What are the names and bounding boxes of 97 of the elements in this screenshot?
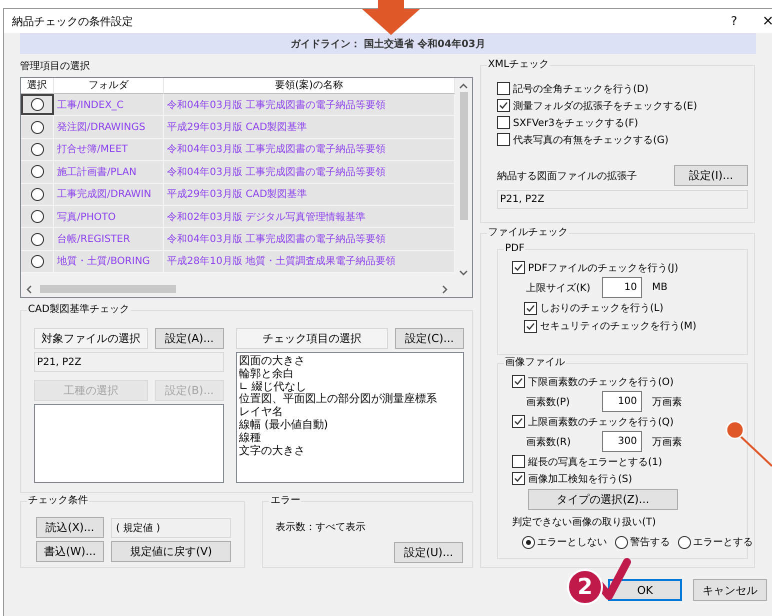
scroll-left-icon[interactable] xyxy=(26,284,32,294)
button[interactable]: 設定(I)... xyxy=(674,165,748,186)
checkbox-label[interactable]: 代表写真の有無をチェックする(G) xyxy=(513,132,669,146)
list-box[interactable]: 図面の大きさ 輪郭と余白 ∟ 綴じ代なし 位置図、平面図上の部分図が測量座標系 レイヤ名 線幅 (最小値自動) 線種 文字の大きさ xyxy=(236,352,464,483)
button[interactable]: 設定(U)... xyxy=(394,542,463,563)
button[interactable]: キャンセル xyxy=(693,579,767,601)
help-button[interactable]: ? xyxy=(726,14,742,28)
field-value: P21, P2Z xyxy=(37,356,82,368)
field-value: 10 xyxy=(624,282,637,293)
checkbox-label[interactable]: 上限画素数のチェックを行う(Q) xyxy=(528,414,674,428)
field-label: 上限サイズ(K) xyxy=(526,282,592,294)
button[interactable]: 書込(W)... xyxy=(36,541,104,562)
checkbox-label[interactable]: 測量フォルダの拡張子をチェックする(E) xyxy=(513,98,698,112)
checkbox-label[interactable]: しおりのチェックを行う(L) xyxy=(540,301,664,315)
scroll-down-icon[interactable] xyxy=(459,270,468,276)
number-field[interactable]: 100 xyxy=(602,391,642,412)
table-cell: 地質・土質/BORING xyxy=(54,250,164,272)
list-item[interactable]: 輪郭と余白 xyxy=(237,368,463,381)
checkbox-label[interactable]: SXFVer3をチェックする(F) xyxy=(513,116,638,130)
list-item[interactable]: 線種 xyxy=(237,432,463,445)
error-display-text: 表示数：すべて表示 xyxy=(275,520,366,534)
radio-button[interactable] xyxy=(30,254,44,268)
radio-button[interactable] xyxy=(678,536,691,548)
radio-button[interactable] xyxy=(615,536,628,548)
button[interactable]: 設定(C)... xyxy=(395,328,464,349)
table-cell: 工事完成図/DRAWIN xyxy=(54,184,164,205)
scroll-right-icon[interactable] xyxy=(442,284,448,294)
column-header[interactable]: 選択 xyxy=(21,78,54,94)
button[interactable]: 読込(X)... xyxy=(36,517,104,538)
checkbox[interactable] xyxy=(497,82,510,95)
checkbox[interactable] xyxy=(512,455,525,468)
list-item[interactable]: 線幅 (最小値自動) xyxy=(237,418,463,432)
radio-button[interactable] xyxy=(30,165,44,178)
checkbox-label[interactable]: セキュリティのチェックを行う(M) xyxy=(540,319,696,333)
field-label: 納品する図面ファイルの拡張子 xyxy=(497,170,637,182)
field-label: 画素数(R) xyxy=(526,436,572,448)
column-header[interactable]: フォルダ xyxy=(54,78,164,94)
radio-label[interactable]: 警告する xyxy=(630,535,670,549)
guideline-text: ガイドライン： 国土交通省 令和04年03月 xyxy=(290,37,486,50)
window-title: 納品チェックの条件設定 xyxy=(12,14,134,28)
number-field[interactable]: 300 xyxy=(602,431,642,452)
table-cell: 台帳/REGISTER xyxy=(54,228,164,250)
checkbox[interactable] xyxy=(497,99,510,112)
checkbox[interactable] xyxy=(497,116,510,129)
button[interactable]: チェック項目の選択 xyxy=(236,328,388,349)
checkbox-label[interactable]: 縦長の写真をエラーとする(1) xyxy=(528,454,662,468)
checkbox[interactable] xyxy=(524,302,537,314)
radio-label[interactable]: エラーとする xyxy=(693,535,753,549)
unit-label: MB xyxy=(652,282,668,293)
radio-button[interactable] xyxy=(30,188,44,201)
table-cell: 工事/INDEX_C xyxy=(54,94,164,116)
close-button[interactable]: × xyxy=(760,13,772,29)
radio-button[interactable] xyxy=(30,210,44,224)
checkbox[interactable] xyxy=(524,320,537,332)
list-box[interactable] xyxy=(34,404,224,483)
radio-button[interactable] xyxy=(31,98,44,112)
radio-label[interactable]: エラーとしない xyxy=(537,535,607,549)
table-cell: 打合せ簿/MEET xyxy=(54,138,164,160)
checkbox-label[interactable]: PDFファイルのチェックを行う(J) xyxy=(528,260,678,274)
button[interactable]: 規定値に戻す(V) xyxy=(111,541,231,562)
number-field[interactable]: 10 xyxy=(602,277,642,298)
list-item[interactable]: ∟ 綴じ代なし xyxy=(237,380,463,394)
button[interactable]: タイプの選択(Z)... xyxy=(528,489,678,510)
table-cell: 発注図/DRAWINGS xyxy=(54,116,164,138)
radio-button[interactable] xyxy=(30,120,44,134)
field-value: ( 規定値 ) xyxy=(116,522,160,534)
list-item[interactable]: レイヤ名 xyxy=(237,406,463,419)
radio-button[interactable] xyxy=(522,536,535,548)
scroll-up-icon[interactable] xyxy=(459,83,468,89)
list-item[interactable]: 位置図、平面図上の部分図が測量座標系 xyxy=(237,393,463,406)
checkbox[interactable] xyxy=(512,415,525,428)
checkbox[interactable] xyxy=(512,472,525,485)
button[interactable]: 設定(A)... xyxy=(155,328,224,349)
field-value: 300 xyxy=(618,436,637,447)
radio-button[interactable] xyxy=(30,232,44,246)
table-cell: 写真/PHOTO xyxy=(54,206,164,228)
checkbox-label[interactable]: 記号の全角チェックを行う(D) xyxy=(513,82,649,96)
unit-label: 万画素 xyxy=(652,436,682,448)
list-item[interactable]: 図面の大きさ xyxy=(237,355,463,368)
field-label: 画素数(P) xyxy=(526,396,571,408)
button[interactable]: OK xyxy=(608,579,682,601)
checkbox[interactable] xyxy=(512,375,525,388)
checkbox[interactable] xyxy=(512,261,525,274)
list-item[interactable]: 文字の大きさ xyxy=(237,444,463,458)
field-value: P21, P2Z xyxy=(500,194,544,205)
checkbox-label[interactable]: 画像加工検知を行う(S) xyxy=(528,472,632,486)
field-label: 判定できない画像の取り扱い(T) xyxy=(512,517,656,528)
button[interactable]: 対象ファイルの選択 xyxy=(34,328,148,349)
table-cell: 施工計画書/PLAN xyxy=(54,161,164,183)
column-header[interactable]: 要領(案)の名称 xyxy=(164,78,455,94)
checkbox[interactable] xyxy=(497,133,510,146)
unit-label: 万画素 xyxy=(652,396,682,408)
section-title: 管理項目の選択 xyxy=(20,60,91,74)
field-value: 100 xyxy=(618,396,637,407)
callout-line xyxy=(725,420,772,468)
radio-button[interactable] xyxy=(30,142,44,156)
checkbox-label[interactable]: 下限画素数のチェックを行う(O) xyxy=(528,374,674,388)
